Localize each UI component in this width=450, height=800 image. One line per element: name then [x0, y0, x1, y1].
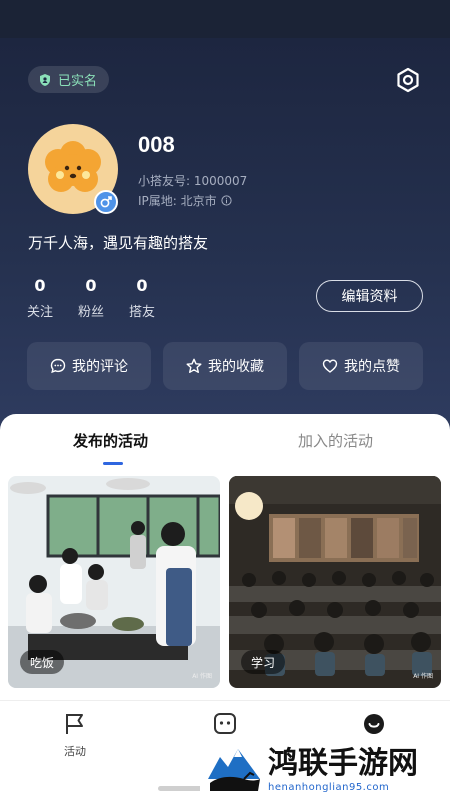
verified-label: 已实名 — [58, 74, 98, 89]
gear-icon — [397, 67, 419, 93]
edit-profile-button[interactable]: 编辑资料 — [316, 280, 423, 312]
activity-tag: 吃饭 — [20, 650, 65, 674]
watermark-logo-icon — [204, 739, 264, 799]
nav-label: 活动 — [64, 745, 86, 758]
stat-followers[interactable]: 0 粉丝 — [71, 276, 111, 320]
info-icon[interactable] — [221, 195, 232, 206]
my-likes-label: 我的点赞 — [344, 359, 400, 375]
stat-label: 关注 — [26, 305, 53, 320]
stat-value: 0 — [136, 276, 148, 295]
stat-value: 0 — [85, 276, 97, 295]
verified-badge[interactable]: 已实名 — [28, 66, 110, 93]
activity-card-study[interactable]: 学习 AI 作图 — [229, 476, 441, 688]
my-comments-button[interactable]: 我的评论 — [27, 342, 151, 390]
stat-following[interactable]: 0 关注 — [20, 276, 60, 320]
male-icon — [100, 196, 112, 208]
stat-label: 粉丝 — [77, 305, 104, 320]
gender-badge — [94, 190, 118, 214]
watermark-url: henanhonglian95.com — [268, 781, 390, 793]
my-favorites-label: 我的收藏 — [208, 359, 264, 375]
bio: 万千人海，遇见有趣的搭友 — [28, 234, 209, 252]
flag-icon — [66, 714, 83, 734]
heart-icon — [322, 359, 338, 373]
ai-generated-mark: AI 作图 — [413, 673, 433, 680]
my-likes-button[interactable]: 我的点赞 — [299, 342, 423, 390]
shield-check-icon — [40, 73, 50, 86]
tab-joined-activities[interactable]: 加入的活动 — [298, 430, 373, 451]
profile-icon — [364, 714, 384, 734]
nav-item-profile[interactable] — [344, 711, 404, 741]
ai-generated-mark: AI 作图 — [192, 673, 212, 680]
nav-item-activities[interactable]: 活动 — [45, 711, 105, 759]
my-favorites-button[interactable]: 我的收藏 — [163, 342, 287, 390]
star-icon — [186, 358, 202, 374]
partner-id: 小搭友号: 1000007 — [138, 174, 248, 188]
watermark-title: 鸿联手游网 — [268, 745, 418, 781]
partner-id-row: 小搭友号: 1000007 — [138, 172, 247, 189]
stat-partners[interactable]: 0 搭友 — [122, 276, 162, 320]
settings-button[interactable] — [394, 66, 422, 94]
my-comments-label: 我的评论 — [72, 359, 128, 375]
ip-location: IP属地: 北京市 — [138, 194, 217, 208]
active-tab-indicator — [103, 462, 123, 465]
site-watermark: 鸿联手游网 henanhonglian95.com — [200, 738, 450, 800]
nav-item-messages[interactable] — [195, 711, 255, 741]
nickname: 008 — [138, 132, 175, 157]
comment-icon — [50, 358, 66, 374]
chat-icon — [214, 713, 236, 734]
tab-published-activities[interactable]: 发布的活动 — [73, 430, 148, 451]
activity-tag: 学习 — [241, 650, 286, 674]
stat-label: 搭友 — [128, 305, 155, 320]
stat-value: 0 — [34, 276, 46, 295]
status-bar — [0, 0, 450, 38]
ip-location-row: IP属地: 北京市 — [138, 192, 232, 209]
activity-card-eating[interactable]: 吃饭 AI 作图 — [8, 476, 220, 688]
